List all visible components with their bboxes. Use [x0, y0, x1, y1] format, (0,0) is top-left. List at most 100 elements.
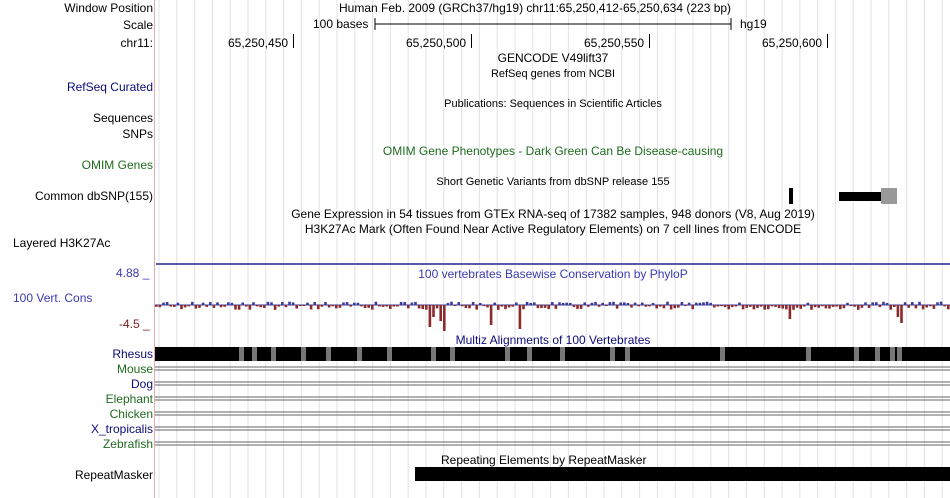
cons-bar — [180, 305, 183, 310]
sequences-label[interactable]: Sequences — [93, 111, 153, 125]
cons-bar — [565, 302, 568, 305]
cons-bar — [414, 301, 417, 305]
cons-bar — [381, 305, 385, 307]
cons-bar — [439, 305, 442, 321]
coord-tick — [471, 34, 472, 48]
cons-bar — [273, 305, 277, 310]
cons-bar — [583, 302, 586, 305]
cons-bar — [201, 302, 205, 305]
cons-bar — [363, 305, 367, 308]
cons-bar — [176, 302, 180, 305]
dbsnp-label[interactable]: Common dbSNP(155) — [35, 189, 153, 203]
cons-bar — [651, 302, 655, 305]
cons-bar — [443, 305, 446, 331]
alignment-gap — [252, 347, 257, 361]
species-label-chicken[interactable]: Chicken — [110, 407, 153, 421]
alignment-gap — [431, 347, 436, 361]
cons-bar — [486, 305, 489, 308]
alignment-gap — [625, 347, 630, 361]
cons-bar — [896, 305, 900, 317]
cons-bar — [878, 305, 882, 308]
cons-bar — [468, 305, 471, 309]
cons-bar — [673, 305, 676, 309]
cons-bar — [626, 302, 630, 305]
cons-bar — [410, 302, 414, 305]
snps-label[interactable]: SNPs — [122, 127, 153, 141]
cons-bar — [525, 301, 529, 305]
cons-bar — [605, 305, 608, 307]
species-label-dog[interactable]: Dog — [131, 377, 153, 391]
cons-bar — [759, 305, 763, 307]
gtex-track-title[interactable]: Gene Expression in 54 tissues from GTEx … — [156, 207, 950, 221]
cons-bar — [522, 305, 525, 310]
layered-h3k27ac-label[interactable]: Layered H3K27Ac — [13, 236, 110, 250]
cons-bar — [846, 302, 849, 305]
cons-bar — [669, 305, 673, 310]
cons-bar — [155, 305, 158, 307]
gencode-track-title[interactable]: GENCODE V49lift37 — [156, 51, 950, 65]
cons-bar — [338, 305, 342, 308]
alignment-gap — [875, 347, 880, 361]
cons-bar — [529, 302, 532, 305]
multiz-track-title[interactable]: Multiz Alignments of 100 Vertebrates — [156, 333, 950, 347]
omim-genes-label[interactable]: OMIM Genes — [82, 158, 153, 172]
cons-bar — [871, 302, 874, 305]
cons-bar — [785, 305, 788, 310]
cons-bar — [194, 305, 198, 309]
cons-bar — [230, 302, 234, 305]
cons-bar — [432, 305, 435, 317]
species-label-zebrafish[interactable]: Zebrafish — [103, 437, 153, 451]
cons-bar — [641, 302, 644, 305]
repeatmasker-label[interactable]: RepeatMasker — [75, 468, 153, 482]
cons-bar — [756, 305, 759, 308]
cons-bar — [345, 302, 349, 305]
snp-variant[interactable] — [789, 188, 793, 204]
h3k27ac-baseline — [156, 263, 950, 265]
cons-bar — [234, 305, 237, 310]
snp-variant-block[interactable] — [839, 192, 881, 201]
cons-bar — [770, 305, 774, 307]
vert-cons-label[interactable]: 100 Vert. Cons — [13, 291, 92, 305]
coord-tick-label: 65,250,600 — [762, 36, 823, 50]
alignment-gap — [326, 347, 331, 361]
h3k27ac-track-title[interactable]: H3K27Ac Mark (Often Found Near Active Re… — [156, 222, 950, 236]
refseq-track-title[interactable]: RefSeq genes from NCBI — [156, 67, 950, 81]
alignment-gap — [560, 347, 565, 361]
snp-variant-gray[interactable] — [881, 188, 897, 204]
cons-bar — [158, 305, 162, 308]
cons-bar — [536, 305, 540, 309]
cons-bar — [763, 305, 766, 310]
refseq-curated-label[interactable]: RefSeq Curated — [67, 80, 153, 94]
cons-bar — [255, 305, 259, 307]
alignment-gap — [301, 347, 306, 361]
species-label-elephant[interactable]: Elephant — [106, 392, 153, 406]
assembly-label: hg19 — [740, 17, 767, 31]
cons-bar — [637, 305, 640, 307]
cons-bar — [713, 305, 716, 308]
cons-bar — [482, 305, 486, 307]
cons-bar — [489, 305, 493, 325]
alignment-gap — [271, 347, 276, 361]
cons-bar — [435, 305, 439, 309]
conservation-track-title[interactable]: 100 vertebrates Basewise Conservation by… — [156, 267, 950, 281]
cons-bar — [245, 305, 248, 307]
publications-track-title[interactable]: Publications: Sequences in Scientific Ar… — [156, 97, 950, 111]
alignment-gap — [720, 347, 725, 361]
omim-track-title[interactable]: OMIM Gene Phenotypes - Dark Green Can Be… — [156, 144, 950, 158]
cons-bar — [921, 305, 925, 310]
alignment-gap — [897, 347, 902, 361]
cons-bar — [302, 305, 306, 307]
cons-bar — [806, 302, 810, 305]
cons-bar — [680, 301, 684, 305]
cons-bar — [608, 302, 612, 305]
species-label-mouse[interactable]: Mouse — [117, 362, 153, 376]
cons-bar — [893, 305, 896, 307]
species-label-xtropicalis[interactable]: X_tropicalis — [91, 422, 153, 436]
species-label-rhesus[interactable]: Rhesus — [112, 347, 153, 361]
repeat-element[interactable] — [415, 467, 950, 481]
cons-bar — [939, 301, 943, 305]
cons-bar — [720, 305, 723, 307]
cons-bar — [810, 305, 813, 310]
cons-bar — [702, 302, 705, 305]
cons-bar — [374, 301, 378, 305]
